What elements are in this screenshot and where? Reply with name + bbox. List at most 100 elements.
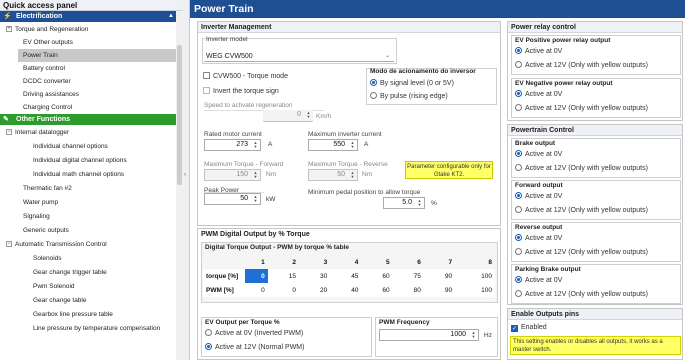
table-cell[interactable]: 90 bbox=[424, 269, 455, 283]
table-cell[interactable]: 15 bbox=[268, 269, 299, 283]
spinner-icon[interactable]: ▲ ▼ bbox=[252, 171, 259, 179]
ev-inverted-radio[interactable]: Active at 0V (Inverted PWM) bbox=[205, 329, 303, 338]
collapse-icon[interactable]: − bbox=[6, 241, 12, 248]
spinner-icon[interactable]: ▲ ▼ bbox=[416, 199, 423, 207]
table-cell[interactable]: 45 bbox=[330, 269, 361, 283]
collapse-icon[interactable]: − bbox=[6, 129, 12, 136]
positive-12v-radio[interactable]: Active at 12V (Only with yellow outputs) bbox=[515, 61, 648, 70]
col-header: 3 bbox=[323, 258, 328, 266]
reverse-12v-radio[interactable]: Active at 12V (Only with yellow outputs) bbox=[515, 248, 648, 257]
parking-12v-radio[interactable]: Active at 12V (Only with yellow outputs) bbox=[515, 290, 648, 299]
parking-brake-group: Parking Brake output Active at 0V Active… bbox=[511, 264, 681, 304]
tree-item-gearbox-pressure[interactable]: Gearbox line pressure table bbox=[33, 308, 113, 321]
torque-mode-checkbox[interactable]: CVW500 - Torque mode bbox=[203, 72, 288, 81]
positive-relay-title: EV Positive power relay output bbox=[515, 37, 611, 44]
tree-item-gear-trigger-table[interactable]: Gear change trigger table bbox=[33, 266, 107, 279]
tree-item-gear-change-table[interactable]: Gear change table bbox=[33, 294, 86, 307]
inverter-model-select[interactable]: WEG CVW500 ⌄ bbox=[204, 51, 394, 62]
forward-12v-radio[interactable]: Active at 12V (Only with yellow outputs) bbox=[515, 206, 648, 215]
table-cell[interactable]: 100 bbox=[455, 283, 495, 297]
forward-0v-radio[interactable]: Active at 0V bbox=[515, 192, 562, 201]
spinner-icon[interactable]: ▲ ▼ bbox=[349, 141, 356, 149]
peak-power-input[interactable]: 50 ▲ ▼ bbox=[204, 193, 261, 205]
parking-0v-radio[interactable]: Active at 0V bbox=[515, 276, 562, 285]
inverter-title: Inverter Management bbox=[198, 22, 500, 33]
tree-item-ev-other-outputs[interactable]: EV Other outputs bbox=[23, 36, 73, 49]
reverse-output-group: Reverse output Active at 0V Active at 12… bbox=[511, 222, 681, 262]
table-cell[interactable]: 60 bbox=[361, 283, 392, 297]
col-header: 6 bbox=[417, 258, 421, 266]
pwm-frequency-input[interactable]: 1000 ▲ ▼ bbox=[379, 329, 479, 341]
parking-brake-title: Parking Brake output bbox=[515, 266, 581, 273]
table-cell[interactable]: 80 bbox=[393, 283, 424, 297]
table-cell[interactable]: 20 bbox=[299, 283, 330, 297]
max-current-input[interactable]: 550 ▲ ▼ bbox=[308, 139, 358, 151]
pwm-frequency-title: PWM Frequency bbox=[379, 319, 430, 326]
expand-icon[interactable]: + bbox=[6, 26, 12, 33]
tree-item-pwm-solenoid[interactable]: Pwm Solenoid bbox=[33, 280, 75, 293]
table-cell[interactable]: 0 bbox=[245, 283, 268, 297]
tree-item-power-train[interactable]: Power Train bbox=[18, 49, 176, 62]
invert-torque-checkbox[interactable]: Invert the torque sign bbox=[203, 87, 279, 96]
mode-pulse-radio[interactable]: By pulse (rising edge) bbox=[370, 92, 448, 101]
tree-item-solenoids[interactable]: Solenoids bbox=[33, 252, 62, 265]
tree-item-generic-outputs[interactable]: Generic outputs bbox=[23, 224, 69, 237]
speed-regeneration-input[interactable]: 0 ▲ ▼ bbox=[263, 110, 313, 122]
ev-output-title: EV Output per Torque % bbox=[205, 319, 280, 326]
pedal-position-input[interactable]: 5.0 ▲ ▼ bbox=[383, 197, 425, 209]
table-cell[interactable]: 75 bbox=[393, 269, 424, 283]
reverse-0v-radio[interactable]: Active at 0V bbox=[515, 234, 562, 243]
spinner-icon[interactable]: ▲ ▼ bbox=[349, 171, 356, 179]
ev-normal-radio[interactable]: Active at 12V (Normal PWM) bbox=[205, 343, 304, 352]
tree-item-water-pump[interactable]: Water pump bbox=[23, 196, 58, 209]
brake-0v-radio[interactable]: Active at 0V bbox=[515, 150, 562, 159]
table-cell[interactable]: 30 bbox=[299, 269, 330, 283]
collapse-left-icon[interactable]: ‹ bbox=[184, 172, 186, 178]
table-cell[interactable]: 100 bbox=[455, 269, 495, 283]
pwm-table: 1 2 3 4 5 6 7 8 torque [%] 0 15 30 45 60… bbox=[203, 255, 495, 297]
enabled-checkbox[interactable]: ✓ Enabled bbox=[511, 323, 547, 332]
tree-item-signaling[interactable]: Signaling bbox=[23, 210, 50, 223]
table-cell[interactable]: 90 bbox=[424, 283, 455, 297]
tree-item-line-pressure-temp[interactable]: Line pressure by temperature compensatio… bbox=[33, 322, 160, 335]
torque-forward-input[interactable]: 150 ▲ ▼ bbox=[204, 169, 261, 181]
tree-item-automatic-transmission[interactable]: − Automatic Transmission Control bbox=[6, 238, 107, 251]
table-cell[interactable]: 0 bbox=[268, 283, 299, 297]
negative-12v-radio[interactable]: Active at 12V (Only with yellow outputs) bbox=[515, 104, 648, 113]
tree-item-driving-assistances[interactable]: Driving assistances bbox=[23, 88, 79, 101]
spinner-icon[interactable]: ▲ ▼ bbox=[252, 141, 259, 149]
tree-item-individual-math[interactable]: Individual math channel options bbox=[33, 168, 124, 181]
max-current-unit: A bbox=[364, 141, 369, 148]
rated-current-label: Rated motor current bbox=[204, 131, 262, 138]
collapse-arrow-icon[interactable]: ▲ bbox=[168, 13, 174, 19]
panel-splitter[interactable]: ‹ bbox=[183, 0, 190, 360]
tree-item-individual-digital[interactable]: Individual digital channel options bbox=[33, 154, 127, 167]
page-title: Power Train bbox=[190, 0, 685, 18]
tree-item-battery-control[interactable]: Battery control bbox=[23, 62, 65, 75]
table-cell-selected[interactable]: 0 bbox=[245, 269, 268, 283]
spinner-icon[interactable]: ▲ ▼ bbox=[305, 111, 312, 119]
peak-power-unit: kW bbox=[266, 196, 276, 203]
col-header: 1 bbox=[261, 258, 265, 266]
table-cell[interactable]: 40 bbox=[330, 283, 361, 297]
sidebar-scroll-thumb[interactable] bbox=[177, 45, 182, 185]
tree-item-individual-channel[interactable]: Individual channel options bbox=[33, 140, 108, 153]
category-other-functions[interactable]: ✎ Other Functions bbox=[0, 114, 176, 125]
rated-current-unit: A bbox=[268, 141, 273, 148]
spinner-icon[interactable]: ▲ ▼ bbox=[252, 195, 259, 203]
rated-current-input[interactable]: 273 ▲ ▼ bbox=[204, 139, 261, 151]
tree-item-torque-regeneration[interactable]: + Torque and Regeneration bbox=[6, 23, 88, 36]
positive-0v-radio[interactable]: Active at 0V bbox=[515, 47, 562, 56]
mode-signal-radio[interactable]: By signal level (0 or 5V) bbox=[370, 79, 454, 88]
tree-item-dcdc-converter[interactable]: DCDC converter bbox=[23, 75, 71, 88]
spinner-icon[interactable]: ▲ ▼ bbox=[470, 331, 477, 339]
torque-reverse-input[interactable]: 50 ▲ ▼ bbox=[308, 169, 358, 181]
tree-item-thermatic-fan[interactable]: Thermatic fan #2 bbox=[23, 182, 72, 195]
tree-item-charging-control[interactable]: Charging Control bbox=[23, 101, 72, 114]
row-label-pwm: PWM [%] bbox=[206, 286, 234, 294]
table-cell[interactable]: 60 bbox=[361, 269, 392, 283]
negative-0v-radio[interactable]: Active at 0V bbox=[515, 90, 562, 99]
tree-item-internal-datalogger[interactable]: − Internal datalogger bbox=[6, 126, 69, 139]
brake-12v-radio[interactable]: Active at 12V (Only with yellow outputs) bbox=[515, 164, 648, 173]
category-electrification[interactable]: ⚡ Electrification bbox=[0, 11, 176, 22]
